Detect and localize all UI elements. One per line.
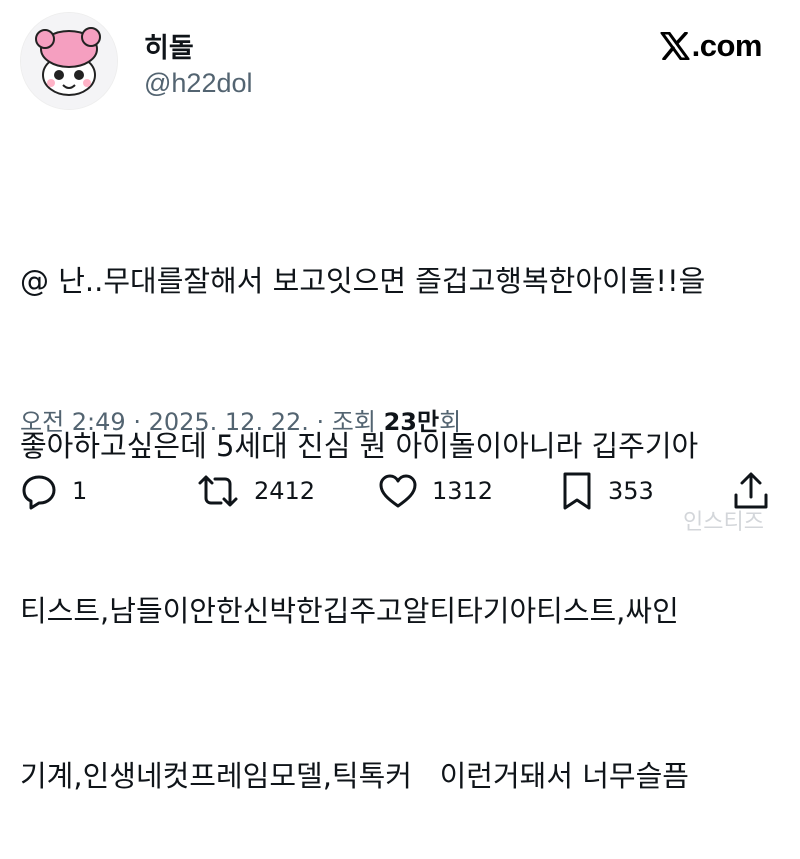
heart-icon [379, 474, 417, 508]
display-name[interactable]: 히돌 [144, 26, 194, 65]
action-bar: 1 2412 1312 353 [0, 466, 800, 516]
x-logo-icon [660, 32, 690, 60]
bookmark-button[interactable]: 353 [560, 466, 654, 516]
reply-button[interactable]: 1 [20, 466, 87, 516]
avatar-image [21, 13, 117, 109]
tweet-meta: 오전 2:49 · 2025. 12. 22. · 조회 23만회 [20, 402, 461, 437]
meta-separator: · [125, 408, 149, 436]
avatar[interactable] [20, 12, 118, 110]
views-suffix: 회 [439, 408, 462, 436]
x-brand-text: .com [691, 28, 763, 63]
bookmark-count: 353 [608, 477, 654, 505]
tweet-line: @ 난..무대를잘해서 보고잇으면 즐겁고행복한아이돌!!을 [20, 264, 706, 298]
retweet-button[interactable]: 2412 [196, 466, 315, 516]
views-count: 23만 [383, 408, 440, 436]
watermark: 인스티즈 [683, 510, 764, 535]
reply-icon [22, 475, 56, 510]
retweet-icon [198, 475, 238, 507]
reply-count: 1 [72, 477, 88, 505]
like-count: 1312 [432, 477, 494, 505]
retweet-count: 2412 [254, 477, 316, 505]
tweet-line: 기계,인생네컷프레임모델,틱톡커 이런거돼서 너무슬픔 [20, 759, 689, 793]
tweet-header: 히돌 @h22dol .com [20, 12, 780, 112]
bookmark-icon [563, 472, 591, 510]
tweet-date[interactable]: 2025. 12. 22. [149, 408, 309, 436]
x-brand: .com [660, 28, 763, 64]
like-button[interactable]: 1312 [378, 466, 493, 516]
tweet-time[interactable]: 오전 2:49 [20, 408, 126, 436]
views-label: 조회 [331, 408, 384, 436]
tweet-line: 티스트,남들이안한신박한깁주고알티타기아티스트,싸인 [20, 594, 679, 628]
user-handle[interactable]: @h22dol [144, 68, 253, 99]
meta-separator: · [308, 408, 332, 436]
